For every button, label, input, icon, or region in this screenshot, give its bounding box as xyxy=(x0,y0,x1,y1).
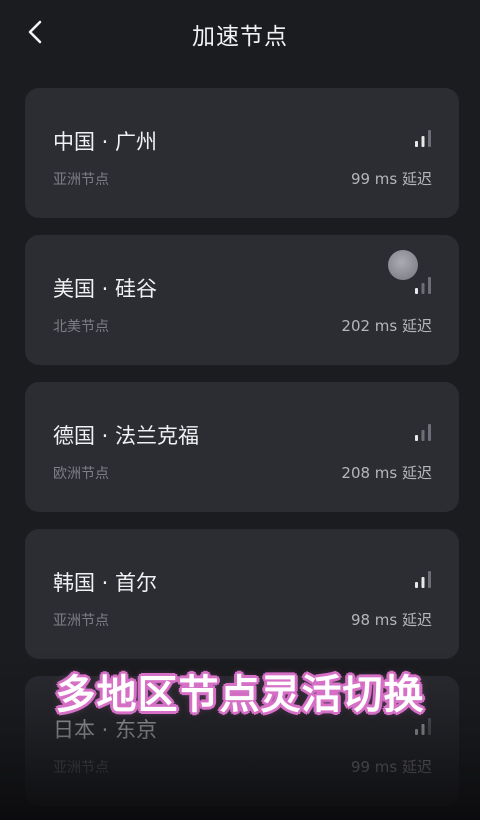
node-card-guangzhou[interactable]: 中国 · 广州 亚洲节点 99 ms 延迟 xyxy=(25,88,459,218)
node-latency: 202 ms 延迟 xyxy=(341,317,432,335)
node-region: 亚洲节点 xyxy=(53,613,109,629)
node-name: 中国 · 广州 xyxy=(53,130,158,154)
node-latency: 99 ms 延迟 xyxy=(350,758,432,776)
header: 加速节点 xyxy=(0,0,480,66)
node-latency: 99 ms 延迟 xyxy=(350,170,432,188)
node-region: 亚洲节点 xyxy=(53,172,109,188)
node-card-frankfurt[interactable]: 德国 · 法兰克福 欧洲节点 208 ms 延迟 xyxy=(25,382,459,512)
node-name: 德国 · 法兰克福 xyxy=(53,424,200,448)
page-title: 加速节点 xyxy=(192,24,288,50)
node-region: 欧洲节点 xyxy=(53,466,109,482)
node-latency: 98 ms 延迟 xyxy=(350,611,432,629)
node-name: 美国 · 硅谷 xyxy=(53,277,158,301)
node-name: 韩国 · 首尔 xyxy=(53,571,158,595)
signal-bars-icon xyxy=(415,130,431,147)
promo-caption: 多地区节点灵活切换 xyxy=(55,672,425,718)
signal-bars-icon xyxy=(415,424,431,441)
signal-bars-icon xyxy=(415,571,431,588)
node-card-seoul[interactable]: 韩国 · 首尔 亚洲节点 98 ms 延迟 xyxy=(25,529,459,659)
signal-bars-icon xyxy=(415,277,431,294)
screen: 加速节点 中国 · 广州 亚洲节点 99 ms 延迟 美国 · 硅谷 北美节点 … xyxy=(0,0,480,820)
node-region: 北美节点 xyxy=(53,319,109,335)
touch-indicator xyxy=(388,250,418,280)
node-region: 亚洲节点 xyxy=(53,760,109,776)
node-latency: 208 ms 延迟 xyxy=(341,464,432,482)
